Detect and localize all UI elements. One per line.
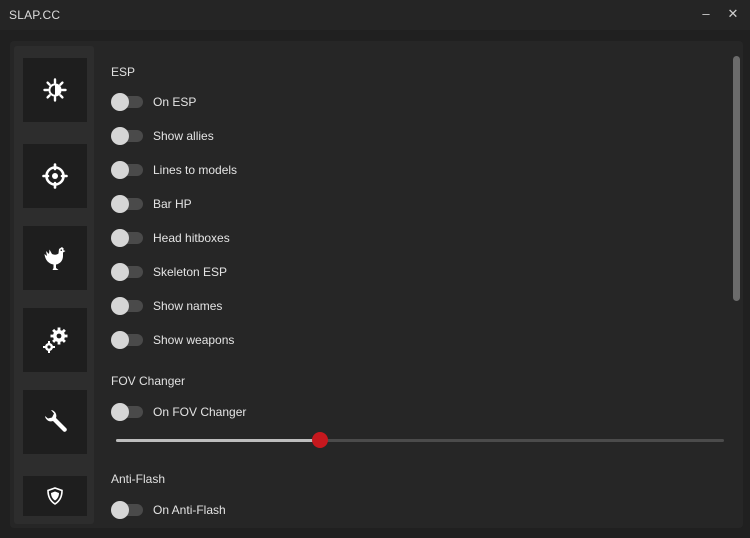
fov-slider[interactable] <box>116 432 724 448</box>
sidebar-item-visuals[interactable] <box>23 58 87 122</box>
brightness-icon <box>43 78 67 102</box>
toggle-bar-hp[interactable] <box>111 195 145 213</box>
wrench-icon <box>45 410 67 432</box>
toggle-skeleton-esp[interactable] <box>111 263 145 281</box>
sidebar-item-misc[interactable] <box>23 226 87 290</box>
fov-section-title: FOV Changer <box>111 374 186 388</box>
toggle-show-allies[interactable] <box>111 127 145 145</box>
toggle-label: Skeleton ESP <box>153 265 228 279</box>
toggle-label: On ESP <box>153 95 197 109</box>
shield-icon <box>47 487 63 505</box>
toggle-label: Bar HP <box>153 197 192 211</box>
toggle-label: Show allies <box>153 129 214 143</box>
toggle-show-weapons[interactable] <box>111 331 145 349</box>
sidebar-item-tools[interactable] <box>23 390 87 454</box>
slider-fill <box>116 439 320 442</box>
toggle-on-esp[interactable] <box>111 93 145 111</box>
toggle-show-names[interactable] <box>111 297 145 315</box>
scrollbar[interactable] <box>733 56 740 301</box>
toggle-label: Show names <box>153 299 223 313</box>
window-title: SLAP.CC <box>9 8 61 22</box>
toggle-lines-to-models[interactable] <box>111 161 145 179</box>
toggle-on-anti-flash[interactable] <box>111 501 145 519</box>
esp-section-title: ESP <box>111 65 136 79</box>
toggle-label: On Anti-Flash <box>153 503 226 517</box>
toggle-label: Head hitboxes <box>153 231 230 245</box>
minimize-button[interactable]: – <box>695 4 717 24</box>
antiflash-section-title: Anti-Flash <box>111 472 166 486</box>
close-button[interactable]: ✕ <box>722 4 744 24</box>
title-bar: SLAP.CC – ✕ <box>0 0 750 30</box>
toggle-label: Show weapons <box>153 333 235 347</box>
sidebar-item-protection[interactable] <box>23 476 87 516</box>
toggle-on-fov-changer[interactable] <box>111 403 145 421</box>
toggle-head-hitboxes[interactable] <box>111 229 145 247</box>
settings-content: ESP On ESP Show allies Lines to models B… <box>96 46 743 526</box>
toggle-label: Lines to models <box>153 163 238 177</box>
sidebar <box>14 46 94 524</box>
slider-thumb[interactable] <box>311 432 328 448</box>
toggle-label: On FOV Changer <box>153 405 247 419</box>
chicken-icon <box>44 247 66 270</box>
gears-icon <box>43 327 68 353</box>
crosshair-icon <box>42 163 68 189</box>
sidebar-item-settings[interactable] <box>23 308 87 372</box>
sidebar-item-aim[interactable] <box>23 144 87 208</box>
